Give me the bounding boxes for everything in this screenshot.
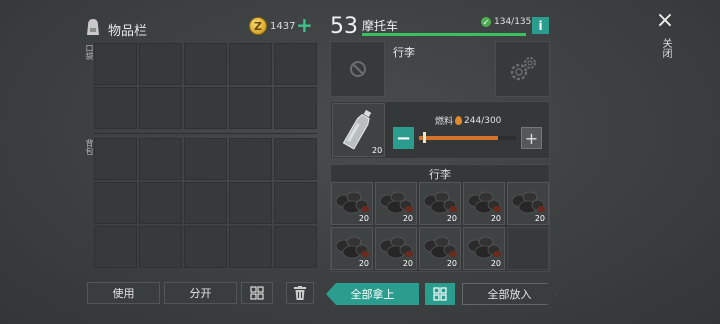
coin-count: 1437 [270,21,296,32]
put-all-button[interactable]: 全部放入 [462,283,557,305]
backpack-slot[interactable] [274,138,317,180]
backpack-slot[interactable] [94,138,137,180]
blocked-icon [349,61,366,77]
item-count: 20 [446,214,457,223]
pocket-slot[interactable] [94,43,137,85]
backpack-slot[interactable] [94,182,137,224]
fuel-slider[interactable] [419,136,516,140]
fuel-label: 燃料 244/300 [435,114,502,128]
trunk-slot[interactable]: 20 [507,182,549,225]
fuel-item-count: 20 [372,146,383,155]
take-all-button[interactable]: 全部拿上 [326,283,419,305]
trunk-slot[interactable]: 20 [419,182,461,225]
trunk-slot[interactable]: 20 [331,227,373,270]
trunk-sort-button[interactable] [425,283,455,305]
fuel-slider-fill [419,136,498,140]
fuel-plus-button[interactable]: + [521,127,542,149]
flame-icon [455,116,463,125]
backpack-slot[interactable] [94,226,137,268]
trunk-title: 行李 [429,168,451,181]
fuel-value: 244/300 [464,115,502,126]
pockets-grid [94,43,317,129]
backpack-grid [94,138,317,268]
trunk-slot[interactable] [507,227,549,270]
gears-icon [510,57,536,81]
backpack-slot[interactable] [139,182,182,224]
hp-value: 134/135 [494,17,532,27]
backpack-slot[interactable] [139,226,182,268]
pocket-slot[interactable] [139,87,182,129]
coin-icon: Z [249,17,267,35]
fuel-slider-handle[interactable] [423,132,426,143]
pocket-slot[interactable] [229,43,272,85]
trash-icon [294,286,306,300]
close-label: 关闭 [660,38,671,58]
repair-check-icon: ✓ [481,17,491,27]
blocked-slot[interactable] [330,41,385,97]
info-button[interactable]: i [532,17,549,34]
backpack-slot[interactable] [184,226,227,268]
pocket-slot[interactable] [184,43,227,85]
trunk-slot[interactable]: 20 [375,227,417,270]
trash-button[interactable] [286,282,314,304]
use-button[interactable]: 使用 [87,282,160,304]
trunk-slot[interactable]: 20 [419,227,461,270]
trunk-slot[interactable]: 20 [331,182,373,225]
item-count: 20 [358,259,369,268]
backpack-icon [87,19,99,35]
backpack-slot[interactable] [229,226,272,268]
fuel-minus-button[interactable]: − [393,127,414,149]
pocket-slot[interactable] [274,43,317,85]
pocket-slot[interactable] [274,87,317,129]
backpack-slot[interactable] [184,182,227,224]
item-count: 20 [402,259,413,268]
pocket-slot[interactable] [229,87,272,129]
trunk-slot[interactable]: 20 [463,182,505,225]
pocket-slot[interactable] [184,87,227,129]
inventory-title: 物品栏 [108,24,148,39]
pocket-slot[interactable] [94,87,137,129]
item-count: 20 [534,214,545,223]
fuel-label-text: 燃料 [435,117,454,127]
backpack-slot[interactable] [274,226,317,268]
trunk-slot[interactable]: 20 [375,182,417,225]
grid-sort-icon [250,286,264,300]
add-coins-button[interactable]: + [296,15,314,35]
trunk-grid: 20 20 20 20 20 20 20 20 20 [331,182,549,270]
backpack-slot[interactable] [139,138,182,180]
pocket-slot[interactable] [139,43,182,85]
hp-bar [362,33,526,36]
divider [94,133,317,134]
luggage-label: 行李 [393,46,415,59]
backpack-slot[interactable] [274,182,317,224]
vehicle-name: 摩托车 [362,19,399,33]
sort-button[interactable] [241,282,273,304]
vehicle-hp: ✓ 134/135 [481,17,531,27]
item-count: 20 [490,259,501,268]
close-button[interactable]: × [654,10,676,32]
backpack-slot[interactable] [184,138,227,180]
grid-sort-icon [433,287,447,301]
vehicle-level: 53 [330,14,358,39]
backpack-slot[interactable] [229,182,272,224]
item-count: 20 [358,214,369,223]
item-count: 20 [446,259,457,268]
item-count: 20 [490,214,501,223]
trunk-slot[interactable]: 20 [463,227,505,270]
item-count: 20 [402,214,413,223]
parts-slot[interactable] [495,41,550,97]
split-button[interactable]: 分开 [164,282,237,304]
backpack-slot[interactable] [229,138,272,180]
